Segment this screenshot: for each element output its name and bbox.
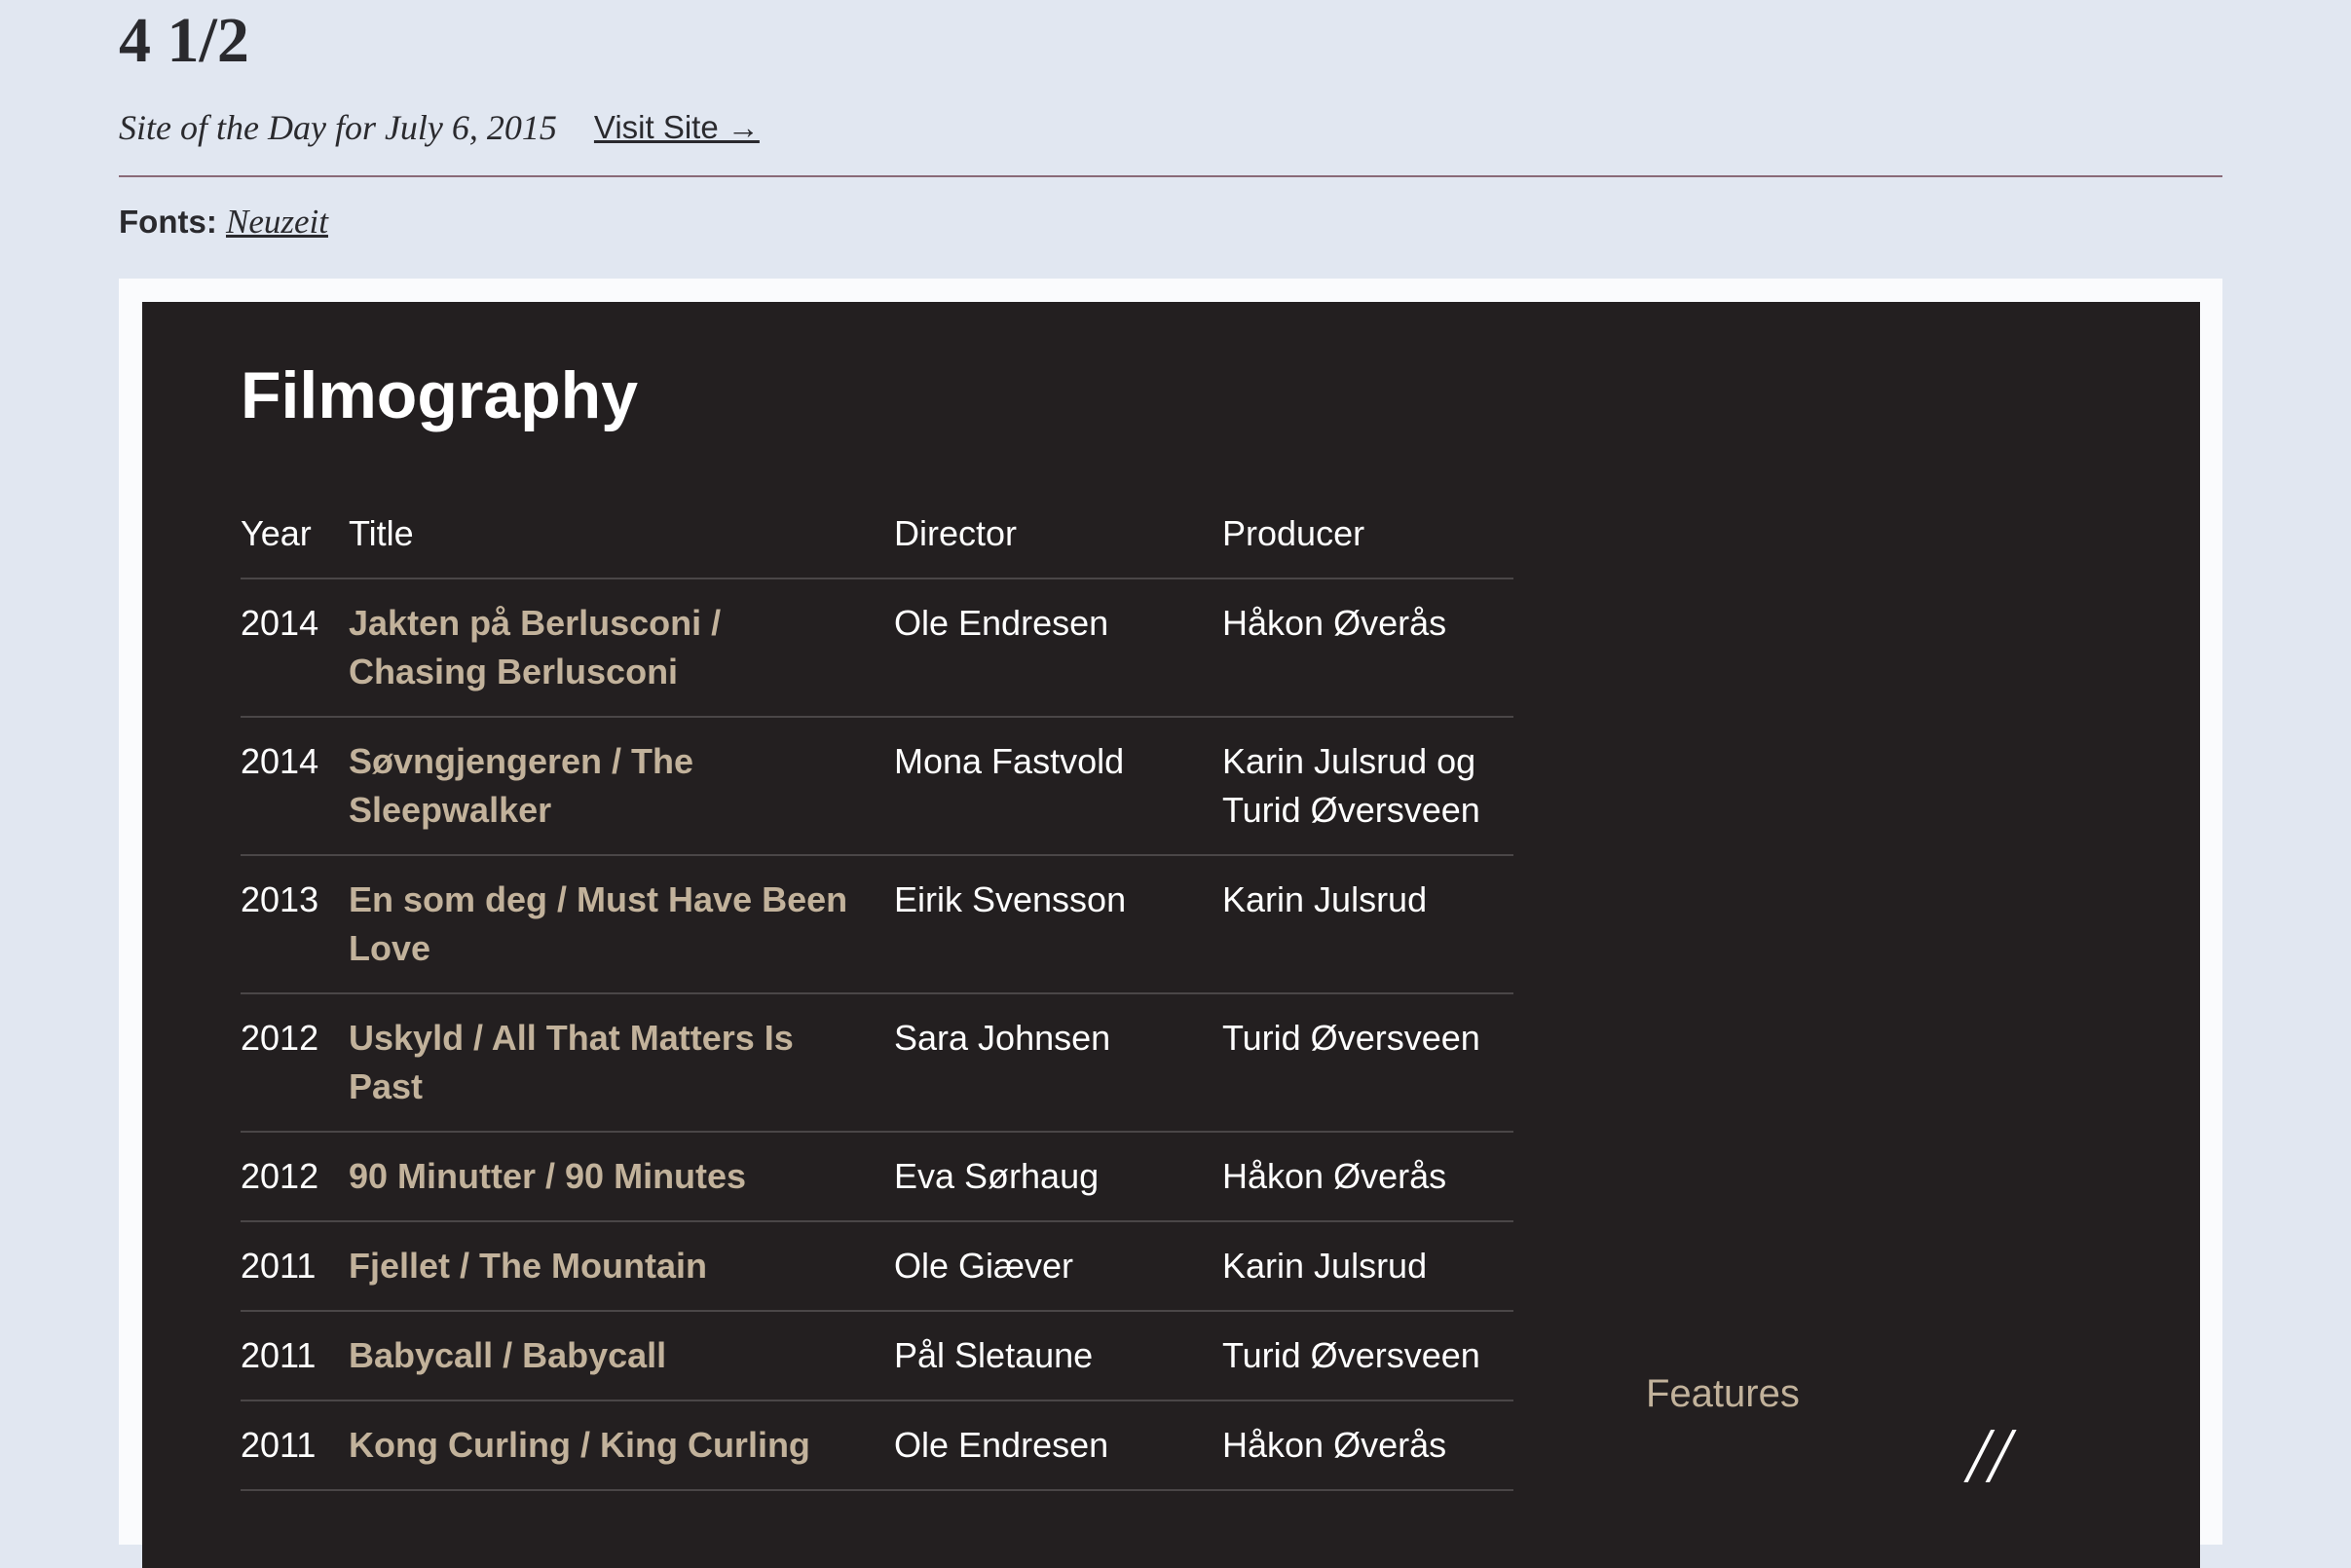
font-link-neuzeit[interactable]: Neuzeit: [226, 203, 328, 241]
director-cell: Ole Endresen: [894, 1425, 1109, 1465]
year-cell: 2014: [241, 603, 319, 643]
producer-cell: Håkon Øverås: [1222, 603, 1447, 643]
table-row: 2011 Babycall / Babycall Pål Sletaune Turid…: [241, 1312, 1513, 1401]
site-of-day-date: Site of the Day for July 6, 2015: [119, 108, 557, 147]
site-title: 4 1/2: [119, 5, 249, 76]
column-header-title: Title: [349, 513, 414, 553]
year-cell: 2012: [241, 1018, 319, 1058]
producer-cell: Håkon Øverås: [1222, 1156, 1447, 1196]
decorative-logo-mark: //: [1967, 1413, 2011, 1499]
director-cell: Pål Sletaune: [894, 1335, 1094, 1375]
director-cell: Eva Sørhaug: [894, 1156, 1100, 1196]
fonts-label: Fonts:: [119, 204, 217, 240]
title-link[interactable]: Uskyld / All That Matters Is Past: [349, 1014, 894, 1111]
column-header-year: Year: [241, 513, 312, 553]
column-header-producer: Producer: [1222, 513, 1365, 553]
table-row: 2012 90 Minutter / 90 Minutes Eva Sørhaug H…: [241, 1133, 1513, 1222]
year-cell: 2014: [241, 741, 319, 781]
director-cell: Ole Giæver: [894, 1246, 1074, 1286]
director-cell: Eirik Svensson: [894, 879, 1127, 919]
producer-cell: Turid Øversveen: [1222, 1335, 1480, 1375]
title-link[interactable]: En som deg / Must Have Been Love: [349, 876, 894, 973]
table-row: 2011 Kong Curling / King Curling Ole Endre…: [241, 1401, 1513, 1491]
director-cell: Mona Fastvold: [894, 741, 1125, 781]
year-cell: 2011: [241, 1246, 317, 1286]
divider: [119, 175, 2222, 177]
site-meta: Site of the Day for July 6, 2015 Visit S…: [119, 103, 760, 152]
fonts-info: Fonts: Neuzeit: [119, 199, 328, 245]
filmography-table: Year Title Director Producer 2014 Jakten …: [241, 509, 1513, 1491]
table-header: Year Title Director Producer: [241, 509, 1513, 579]
title-link[interactable]: Søvngjengeren / The Sleepwalker: [349, 737, 894, 835]
producer-cell: Karin Julsrud: [1222, 879, 1428, 919]
table-row: 2014 Søvngjengeren / The Sleepwalker Mona …: [241, 718, 1513, 856]
title-link[interactable]: Fjellet / The Mountain: [349, 1242, 894, 1290]
year-cell: 2013: [241, 879, 319, 919]
title-link[interactable]: 90 Minutter / 90 Minutes: [349, 1152, 894, 1201]
title-link[interactable]: Jakten på Berlusconi / Chasing Berluscon…: [349, 599, 894, 696]
site-preview: Filmography Year Title Director Producer…: [142, 302, 2200, 1568]
table-row: 2011 Fjellet / The Mountain Ole Giæver Kari…: [241, 1222, 1513, 1312]
director-cell: Ole Endresen: [894, 603, 1109, 643]
title-link[interactable]: Kong Curling / King Curling: [349, 1421, 894, 1470]
year-cell: 2011: [241, 1425, 317, 1465]
visit-site-link[interactable]: Visit Site →: [594, 103, 760, 152]
title-link[interactable]: Babycall / Babycall: [349, 1331, 894, 1380]
producer-cell: Håkon Øverås: [1222, 1425, 1447, 1465]
features-label[interactable]: Features: [1646, 1369, 1800, 1418]
table-row: 2014 Jakten på Berlusconi / Chasing Berlu…: [241, 579, 1513, 718]
year-cell: 2011: [241, 1335, 317, 1375]
director-cell: Sara Johnsen: [894, 1018, 1111, 1058]
year-cell: 2012: [241, 1156, 319, 1196]
producer-cell: Karin Julsrud: [1222, 1246, 1428, 1286]
producer-cell: Turid Øversveen: [1222, 1018, 1480, 1058]
table-row: 2012 Uskyld / All That Matters Is Past Sar…: [241, 994, 1513, 1133]
column-header-director: Director: [894, 513, 1018, 553]
producer-cell: Karin Julsrud og Turid Øversveen: [1222, 741, 1480, 830]
table-row: 2013 En som deg / Must Have Been Love Eiri…: [241, 856, 1513, 994]
filmography-heading: Filmography: [241, 358, 639, 432]
